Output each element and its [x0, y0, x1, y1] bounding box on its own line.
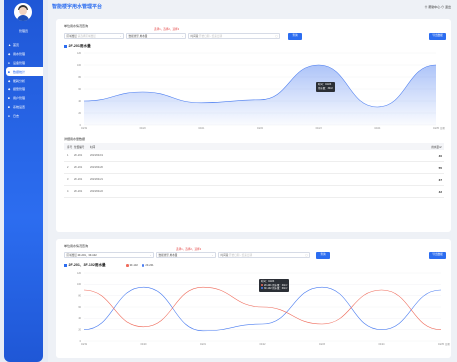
compare-query-panel: 单位用水情况查询 选择1，选择2，选择3 区域楼层 2F-201、3F-102 ⌄… [56, 239, 451, 358]
sidebar-item-device[interactable]: ● 设备管理 [4, 59, 43, 68]
sidebar-item-users[interactable]: ■ 用户管理 [4, 94, 43, 103]
calendar-icon: ▢ [275, 35, 278, 38]
required-note: 选择1，选择2，选择3 [176, 248, 202, 251]
table-title: 详细用水量数据 [64, 137, 86, 141]
x-tick-label: 04/21 [200, 343, 207, 346]
y-tick-label: 120 [77, 52, 82, 55]
x-tick-label: 04/23 [316, 127, 323, 130]
y-tick-label: 40 [78, 317, 81, 320]
x-tick-label: 04/23 [319, 343, 326, 346]
chevron-down-icon: ⌄ [211, 254, 214, 257]
sidebar-item-stats[interactable]: ■ 数据统计 [6, 67, 43, 77]
x-axis-unit: 日期 [445, 342, 450, 346]
panel-title: 单位用水情况查询 [64, 244, 89, 248]
date-range-input[interactable]: 时间段 开始日期 - 结束日期 ▢ [188, 33, 280, 39]
x-tick-label: 04/19 [81, 127, 88, 130]
datatype-select[interactable]: 数据类型 用水量 ⌄ [156, 252, 216, 258]
legend-dot-2f201 [141, 264, 145, 267]
chart-title-marker [64, 45, 67, 48]
x-tick-label: 04/25 [438, 343, 445, 346]
chevron-down-icon: ⌄ [119, 35, 122, 38]
y-tick-label: 100 [77, 283, 82, 286]
x-tick-label: 04/20 [140, 127, 147, 130]
y-tick-label: 40 [78, 100, 81, 103]
water-usage-chart: 02040608010012004/19 04/20 04/21 04/22 04/23… [77, 52, 445, 130]
sidebar: 管理员 ▲ 首页 ◆ 用水管理 ● 设备管理 ■ 数据统计 ◆ 能耗分析 ◆ 报警管理 ■ 用… [4, 0, 43, 362]
series-area [84, 65, 436, 125]
tooltip-dot [261, 283, 263, 286]
query-button[interactable]: 查询 [288, 33, 302, 40]
chart-legend: 3F-102 2F-201 [126, 264, 154, 267]
y-tick-label: 120 [77, 272, 82, 275]
tooltip-dot [261, 287, 263, 290]
floor-select[interactable]: 区域楼层 2F-201、3F-102 ⌄ [64, 252, 154, 258]
chart-title: 2F-201、3F-102用水量 [64, 263, 106, 268]
y-tick-label: 20 [78, 112, 81, 115]
single-query-panel: 单位用水情况查询 选择1，选择2，选择3 区域楼层 请选择区域楼层 ⌄ 数据类型 … [56, 19, 451, 232]
chart-tooltip: 时间：04/23 用水量：30m³ [316, 82, 336, 92]
chevron-down-icon: ⌄ [149, 254, 152, 257]
water-compare-chart: 02040608010012004/19 04/20 04/21 04/22 04/23… [77, 272, 450, 346]
x-tick-label: 04/22 [257, 127, 264, 130]
legend-dot-3f102 [126, 264, 129, 267]
export-button[interactable]: 导出数据 [429, 33, 446, 40]
x-tick-label: 04/25 [433, 127, 440, 130]
series-line-1 [83, 286, 442, 330]
app-title: 智能楼宇用水管理平台 [52, 4, 103, 10]
series-line-0 [83, 286, 442, 332]
sidebar-item-home[interactable]: ▲ 首页 [4, 41, 43, 50]
sidebar-item-analysis[interactable]: ◆ 能耗分析 [4, 76, 43, 85]
x-axis-unit: 日期 [440, 126, 445, 130]
x-tick-label: 04/22 [260, 343, 267, 346]
usage-table: 序号 位置编号 时间 用水量m³ 1 2F-201 2023/04/19 40 2 2F… [64, 143, 444, 198]
required-note: 选择1，选择2，选择3 [154, 28, 180, 31]
top-bar: 智能楼宇用水管理平台 ⊙ 帮助中心 ⊙ 退出 [48, 0, 457, 15]
table-row: 1 2F-201 2023/04/19 40 [64, 150, 444, 162]
x-tick-label: 04/24 [379, 343, 386, 346]
user-name: 管理员 [18, 29, 28, 33]
sidebar-item-alarm[interactable]: ◆ 报警管理 [4, 85, 43, 94]
top-right-links[interactable]: ⊙ 帮助中心 ⊙ 退出 [424, 5, 451, 9]
chevron-down-icon: ⌄ [181, 35, 184, 38]
sidebar-item-settings[interactable]: ■ 系统设置 [4, 103, 43, 112]
table-row: 4 2F-201 2023/04/22 42 [64, 186, 444, 198]
panel-title: 单位用水情况查询 [64, 24, 89, 28]
calendar-icon: ▢ [305, 254, 308, 257]
y-tick-label: 60 [78, 88, 81, 91]
y-tick-label: 80 [78, 294, 81, 297]
y-tick-label: 100 [77, 64, 82, 67]
y-tick-label: 80 [78, 76, 81, 79]
query-button[interactable]: 查询 [316, 252, 330, 259]
x-tick-label: 04/19 [81, 343, 88, 346]
x-tick-label: 04/21 [198, 127, 205, 130]
chart-title-marker [64, 264, 67, 267]
y-tick-label: 60 [78, 306, 81, 309]
chart-tooltip: 时间：04/23 2F-201 用水量：30m³ 3F-102 用水量：60m³ [259, 279, 290, 293]
export-button[interactable]: 导出数据 [429, 252, 446, 259]
datatype-select[interactable]: 数据类型 用水量 ⌄ [126, 33, 186, 39]
x-tick-label: 04/24 [374, 127, 381, 130]
sidebar-item-water[interactable]: ◆ 用水管理 [4, 50, 43, 59]
table-row: 2 2F-201 2023/04/20 55 [64, 162, 444, 174]
y-tick-label: 20 [78, 328, 81, 331]
user-avatar[interactable] [14, 3, 32, 21]
sidebar-menu: ▲ 首页 ◆ 用水管理 ● 设备管理 ■ 数据统计 ◆ 能耗分析 ◆ 报警管理 ■ 用户管理 … [4, 41, 43, 120]
x-tick-label: 04/20 [141, 343, 148, 346]
sidebar-item-log[interactable]: ● 日志 [4, 111, 43, 120]
table-row: 3 2F-201 2023/04/21 37 [64, 174, 444, 186]
table-header: 序号 位置编号 时间 用水量m³ [64, 143, 444, 150]
floor-select[interactable]: 区域楼层 请选择区域楼层 ⌄ [64, 33, 124, 39]
date-range-input[interactable]: 时间段 开始日期 - 结束日期 ▢ [218, 252, 310, 258]
